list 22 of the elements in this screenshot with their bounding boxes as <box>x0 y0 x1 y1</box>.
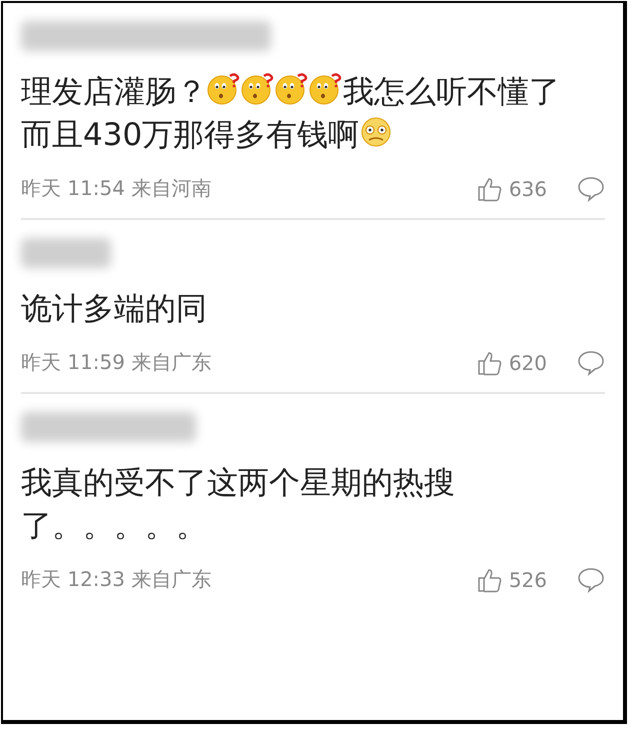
confused-face-icon <box>309 72 343 106</box>
confused-face-icon <box>275 72 309 106</box>
thumbs-up-icon[interactable] <box>476 176 503 202</box>
comment-meta: 昨天 11:54 来自河南 <box>21 175 212 202</box>
like-count: 636 <box>508 176 547 200</box>
comment-text: 我真的受不了这两个星期的热搜了。。。。。 <box>21 465 455 544</box>
comment-text: 理发店灌肠？ <box>21 73 207 112</box>
comment-icon[interactable] <box>577 350 605 376</box>
comment-text: 我怎么听不懂了 <box>343 73 560 112</box>
like-count: 620 <box>508 350 547 374</box>
thumbs-up-icon[interactable] <box>476 350 503 376</box>
thumbs-up-icon[interactable] <box>476 566 503 592</box>
dizzy-face-icon <box>359 115 394 149</box>
comment-meta: 昨天 12:33 来自广东 <box>21 566 212 593</box>
confused-face-icon <box>207 72 241 106</box>
comment-meta: 昨天 11:59 来自广东 <box>21 349 212 376</box>
comment-icon[interactable] <box>577 176 605 202</box>
comment-icon[interactable] <box>577 566 605 592</box>
confused-face-icon <box>241 72 275 106</box>
comment-text: 而且430万那得多有钱啊 <box>21 116 360 155</box>
like-count: 526 <box>508 568 547 592</box>
comment-text: 诡计多端的同 <box>21 291 207 327</box>
